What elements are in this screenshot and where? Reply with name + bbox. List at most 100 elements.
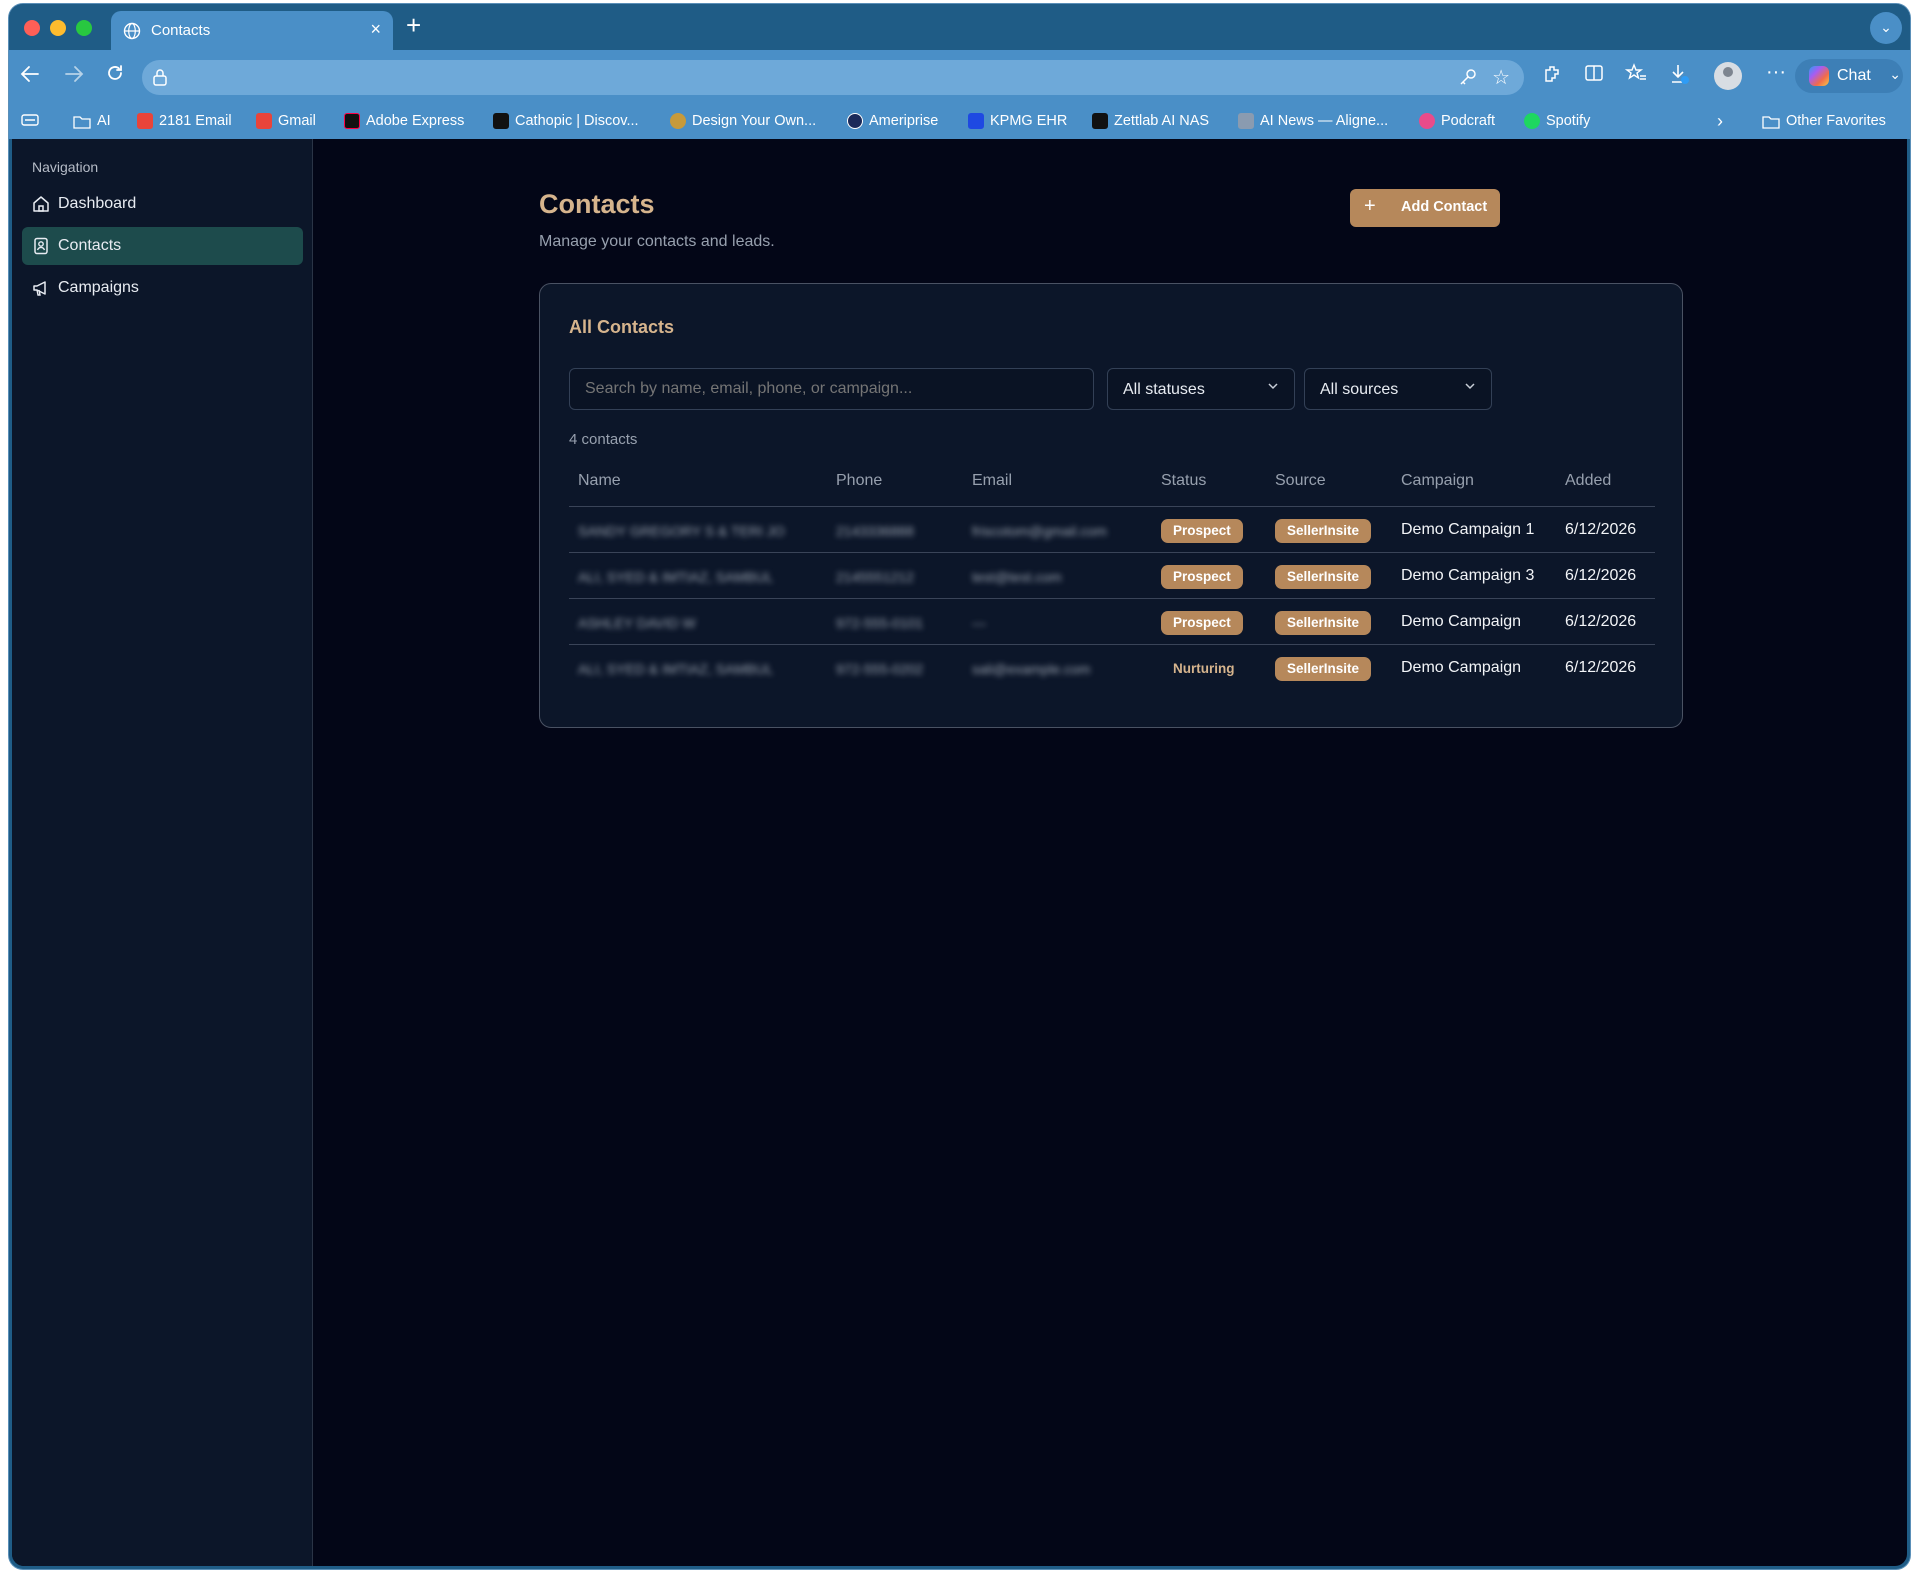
search-input[interactable] <box>569 368 1094 410</box>
folder-icon <box>73 115 91 129</box>
close-window-button[interactable] <box>24 20 40 36</box>
reload-icon[interactable] <box>105 63 125 83</box>
contact-campaign: Demo Campaign 1 <box>1401 521 1535 538</box>
adobe-icon <box>344 113 360 129</box>
sidebar-item-contacts[interactable]: Contacts <box>22 227 303 265</box>
browser-window: Contacts × + ⌄ ☆ ··· Chat ⌄ AI 2181 Emai… <box>9 4 1910 1569</box>
contact-email: sali@example.com <box>972 661 1091 677</box>
contact-email: friscotom@gmail.com <box>972 523 1107 539</box>
extensions-icon[interactable] <box>1542 63 1562 83</box>
bookmark-label: Ameriprise <box>869 113 939 129</box>
copilot-icon <box>1809 66 1829 86</box>
back-icon[interactable] <box>19 63 41 85</box>
forward-icon[interactable] <box>63 63 85 85</box>
bookmark-other-favorites[interactable]: Other Favorites <box>1762 113 1886 129</box>
contact-campaign: Demo Campaign <box>1401 613 1522 630</box>
sidebar-item-dashboard[interactable]: Dashboard <box>22 185 303 223</box>
nav-heading: Navigation <box>32 159 99 175</box>
close-tab-icon[interactable]: × <box>370 19 381 40</box>
zoom-window-button[interactable] <box>76 20 92 36</box>
folder-icon <box>1762 115 1780 129</box>
table-row[interactable]: ASHLEY DAVID W 972-555-0101 — Prospect S… <box>569 599 1655 645</box>
copilot-chat-button[interactable]: Chat ⌄ <box>1795 59 1903 93</box>
tab-icon <box>21 114 39 126</box>
column-header-phone[interactable]: Phone <box>836 472 882 490</box>
chat-label: Chat <box>1837 67 1871 84</box>
contact-added-date: 6/12/2026 <box>1565 613 1637 630</box>
column-header-campaign[interactable]: Campaign <box>1401 472 1474 490</box>
key-icon[interactable] <box>1458 67 1478 87</box>
title-bar: Contacts × + ⌄ <box>9 4 1910 50</box>
main-content: Contacts Manage your contacts and leads.… <box>314 139 1907 1566</box>
status-badge: Prospect <box>1161 565 1243 589</box>
column-header-name[interactable]: Name <box>578 472 621 490</box>
profile-avatar[interactable] <box>1714 62 1742 90</box>
bookmark-spotify[interactable]: Spotify <box>1524 113 1590 129</box>
downloads-icon[interactable] <box>1669 63 1689 85</box>
bookmark-cathopic[interactable]: Cathopic | Discov... <box>493 113 639 129</box>
column-header-added[interactable]: Added <box>1565 472 1611 490</box>
sidebar: Navigation Dashboard Contacts Campaigns <box>12 139 313 1566</box>
tab-title: Contacts <box>151 22 211 39</box>
table-row[interactable]: SANDY GREGORY S & TERI JO 2143336888 fri… <box>569 507 1655 553</box>
status-badge: Nurturing <box>1173 661 1235 676</box>
contact-book-icon <box>34 237 48 255</box>
contact-added-date: 6/12/2026 <box>1565 567 1637 584</box>
status-filter-value: All statuses <box>1123 381 1205 398</box>
table-row[interactable]: ALI, SYED & IMTIAZ, SAMBUL 2145551212 te… <box>569 553 1655 599</box>
bookmark-zettlab[interactable]: Zettlab AI NAS <box>1092 113 1209 129</box>
more-options-icon[interactable]: ··· <box>1766 60 1786 84</box>
podcraft-icon <box>1419 113 1435 129</box>
bookmark-label: Podcraft <box>1441 113 1495 129</box>
column-header-status[interactable]: Status <box>1161 472 1206 490</box>
bookmark-adobe-express[interactable]: Adobe Express <box>344 113 464 129</box>
sidebar-item-label: Dashboard <box>58 195 137 212</box>
zettlab-icon <box>1092 113 1108 129</box>
bookmark-ameriprise[interactable]: Ameriprise <box>847 113 938 129</box>
browser-toolbar: ☆ ··· Chat ⌄ <box>9 50 1910 105</box>
ameriprise-icon <box>847 113 863 129</box>
contact-email: — <box>972 615 986 631</box>
bookmark-tab-toggle[interactable] <box>21 113 39 127</box>
table-row[interactable]: ALI, SYED & IMTIAZ, SAMBUL 972-555-0202 … <box>569 645 1655 691</box>
status-badge: Prospect <box>1161 611 1243 635</box>
column-header-email[interactable]: Email <box>972 472 1012 490</box>
satellite-icon <box>1238 113 1254 129</box>
source-filter-select[interactable]: All sources <box>1304 368 1492 410</box>
page-title: Contacts <box>539 189 655 219</box>
status-filter-select[interactable]: All statuses <box>1107 368 1295 410</box>
chevron-right-icon[interactable]: › <box>1717 111 1723 132</box>
contact-name: ALI, SYED & IMTIAZ, SAMBUL <box>578 569 774 585</box>
bookmark-design-your-own[interactable]: Design Your Own... <box>670 113 816 129</box>
bookmark-2181-email[interactable]: 2181 Email <box>137 113 232 129</box>
bookmark-ai-news[interactable]: AI News — Aligne... <box>1238 113 1388 129</box>
status-badge: Prospect <box>1161 519 1243 543</box>
lock-icon[interactable] <box>152 68 168 86</box>
contact-added-date: 6/12/2026 <box>1565 659 1637 676</box>
bookmark-gmail[interactable]: Gmail <box>256 113 316 129</box>
new-tab-button[interactable]: + <box>406 12 421 38</box>
bookmark-label: Design Your Own... <box>692 113 817 129</box>
address-bar[interactable]: ☆ <box>142 60 1524 95</box>
column-header-source[interactable]: Source <box>1275 472 1326 490</box>
bookmark-podcraft[interactable]: Podcraft <box>1419 113 1495 129</box>
page-content: Navigation Dashboard Contacts Campaigns … <box>12 139 1907 1566</box>
bookmark-label: Cathopic | Discov... <box>515 113 639 129</box>
tab-contacts[interactable]: Contacts × <box>111 11 393 50</box>
contact-name: ASHLEY DAVID W <box>578 615 696 631</box>
add-contact-button[interactable]: + Add Contact <box>1350 189 1500 227</box>
bookmark-ai-folder[interactable]: AI <box>73 113 111 129</box>
tab-actions-button[interactable]: ⌄ <box>1870 12 1902 44</box>
sidebar-item-campaigns[interactable]: Campaigns <box>22 269 303 307</box>
favorites-icon[interactable] <box>1625 63 1647 83</box>
split-screen-icon[interactable] <box>1584 63 1604 83</box>
bookmark-label: KPMG EHR <box>990 113 1068 129</box>
minimize-window-button[interactable] <box>50 20 66 36</box>
spotify-icon <box>1524 113 1540 129</box>
chevron-down-icon <box>1465 383 1475 390</box>
home-icon <box>33 196 49 212</box>
bookmark-label: AI News — Aligne... <box>1260 113 1389 129</box>
source-badge: SellerInsite <box>1275 519 1372 543</box>
favorite-star-icon[interactable]: ☆ <box>1492 65 1510 90</box>
bookmark-kpmg-ehr[interactable]: KPMG EHR <box>968 113 1067 129</box>
